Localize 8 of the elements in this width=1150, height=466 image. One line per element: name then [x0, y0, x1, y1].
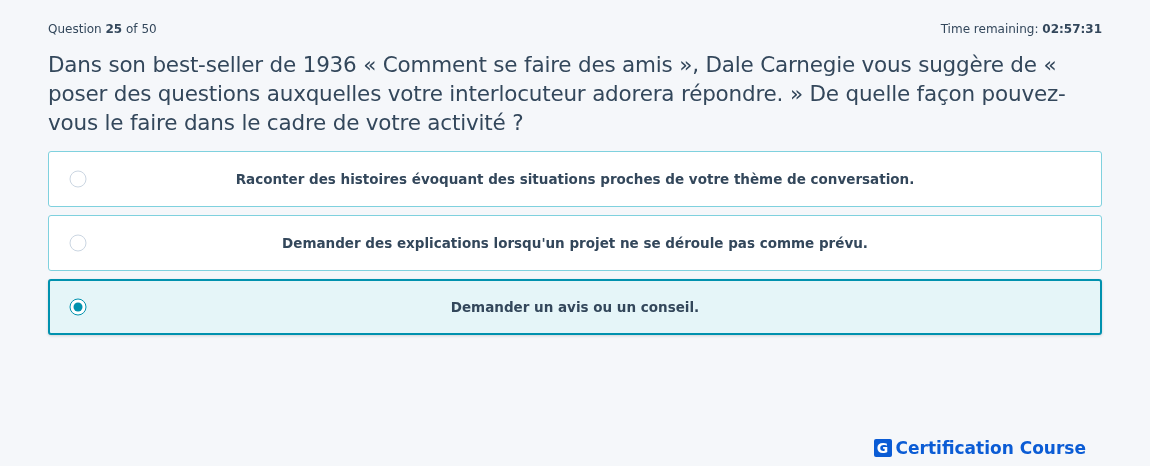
answer-option[interactable]: Demander des explications lorsqu'un projet ne se déroule pas comme prévu.: [48, 215, 1102, 271]
answer-option[interactable]: Raconter des histoires évoquant des situations proches de votre thème de conversation.: [48, 151, 1102, 207]
question-text: Dans son best-seller de 1936 « Comment se faire des amis », Dale Carnegie vous suggère de « poser des questions auxquelles votre interlocuteur adorera répondre. » De quelle façon pouvez-vous le faire dans le cadre de votre activité ?: [48, 51, 1067, 137]
answer-option[interactable]: Demander un avis ou un conseil.: [48, 279, 1102, 335]
logo-mark: G: [873, 439, 892, 457]
time-remaining: Time remaining: 02:57:31: [940, 22, 1102, 36]
question-counter: Question 25 of 50: [48, 22, 157, 36]
logo-text: Certification Course: [895, 438, 1086, 458]
